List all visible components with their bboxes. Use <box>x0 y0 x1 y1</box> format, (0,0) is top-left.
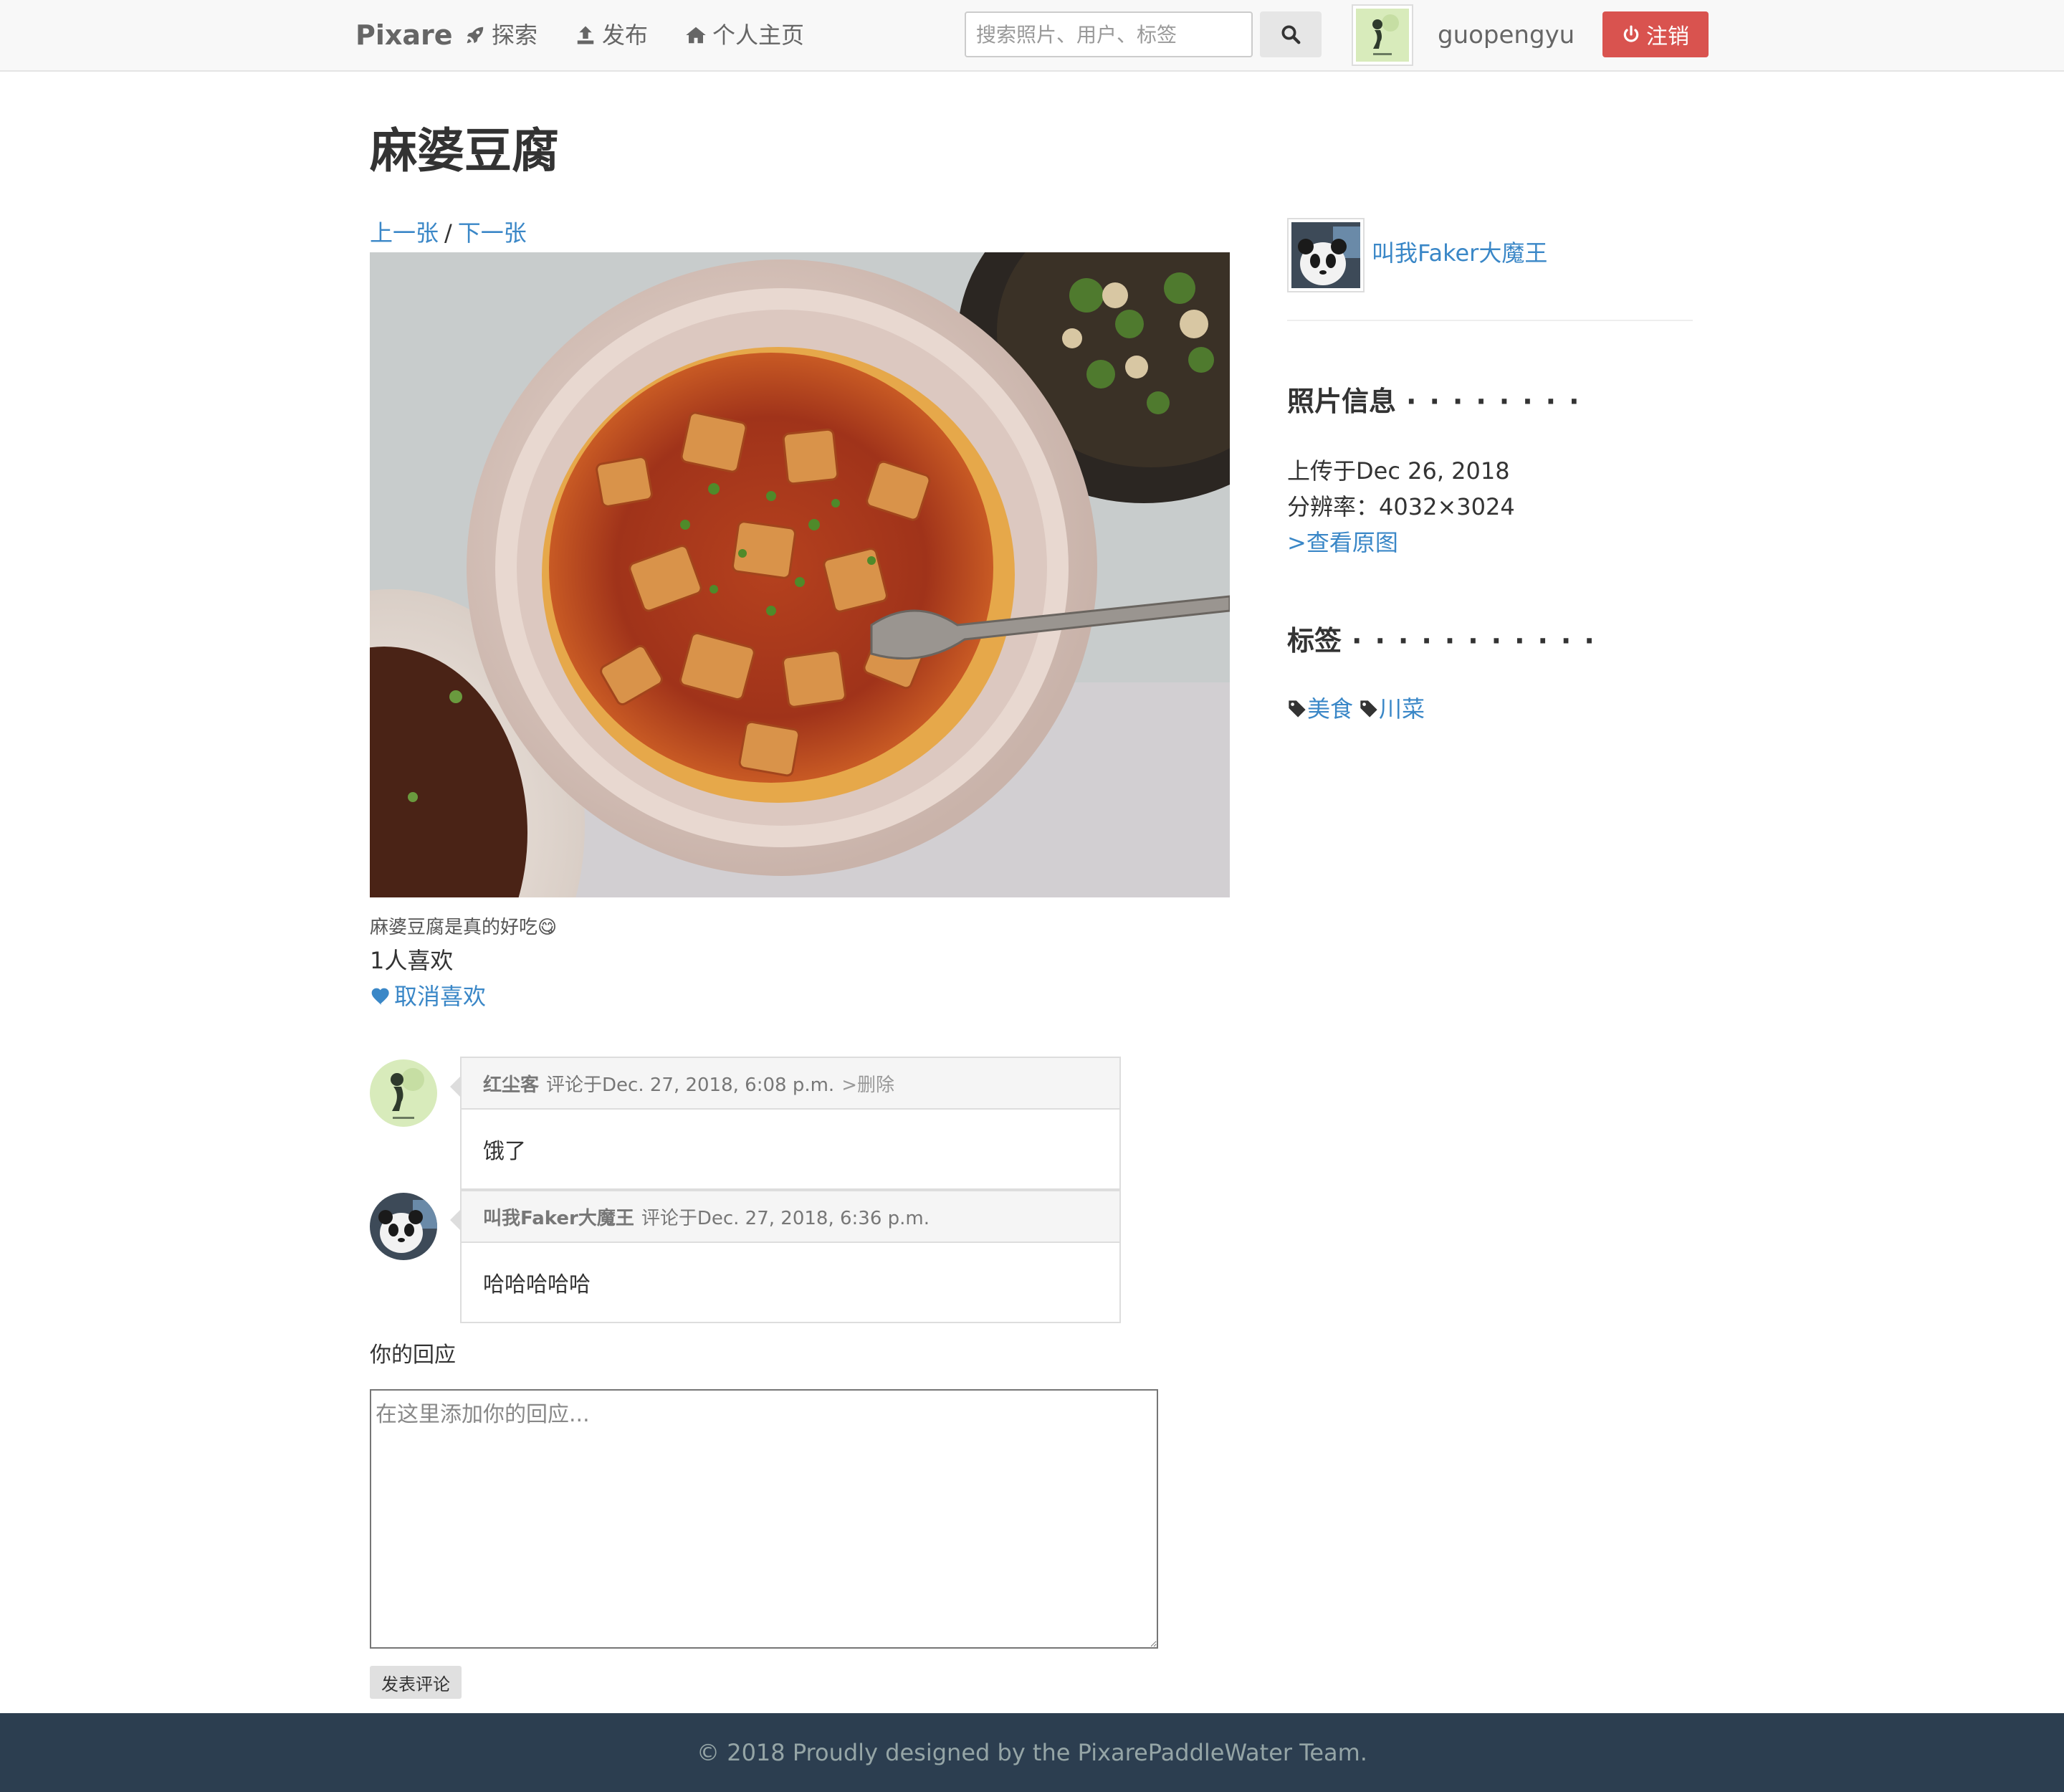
tags-heading: 标签 ··········· <box>1287 621 1607 661</box>
upload-icon <box>577 26 594 44</box>
tag-label: 美食 <box>1307 695 1354 723</box>
unlike-label: 取消喜欢 <box>394 983 487 1010</box>
comment-body: 饿了 <box>483 1139 526 1164</box>
power-icon <box>1623 25 1639 42</box>
photo-caption: 麻婆豆腐是真的好吃😋 <box>370 917 558 938</box>
comment-body: 哈哈哈哈哈 <box>483 1272 591 1297</box>
author-name-link[interactable]: 叫我Faker大魔王 <box>1372 235 1547 271</box>
reply-textarea[interactable] <box>370 1389 1158 1649</box>
footer-text: © 2018 Proudly designed by the PixarePad… <box>697 1739 1367 1766</box>
comment-meta: 评论于Dec. 27, 2018, 6:08 p.m. <box>546 1074 835 1096</box>
prev-photo-link[interactable]: 上一张 <box>370 219 439 247</box>
reply-label: 你的回应 <box>370 1343 456 1368</box>
home-icon <box>686 27 706 44</box>
comment: 叫我Faker大魔王 评论于Dec. 27, 2018, 6:36 p.m. 哈… <box>450 1190 1121 1323</box>
tag-list: 美食 川菜 <box>1287 691 1425 727</box>
green-avatar-icon <box>1356 9 1409 62</box>
nav-publish-label: 发布 <box>602 22 649 49</box>
photo-info-heading: 照片信息 ········ <box>1287 381 1592 421</box>
comment-delete-link[interactable]: >删除 <box>841 1070 894 1097</box>
tag-icon <box>1360 700 1377 718</box>
logout-button[interactable]: 注销 <box>1602 11 1709 57</box>
tag-link[interactable]: 美食 <box>1287 691 1353 727</box>
comment-avatar[interactable] <box>370 1059 437 1127</box>
author-avatar[interactable] <box>1287 218 1365 292</box>
photo-pager: 上一张 / 下一张 <box>370 215 527 251</box>
nav-profile[interactable]: 个人主页 <box>685 17 804 53</box>
search-button[interactable] <box>1260 11 1322 57</box>
food-photo <box>370 252 1230 897</box>
heart-icon <box>371 988 389 1005</box>
comment-avatar[interactable] <box>370 1193 437 1260</box>
logout-label: 注销 <box>1646 24 1689 49</box>
panda-avatar-icon <box>1291 222 1360 288</box>
heading-dots: ··········· <box>1352 625 1607 657</box>
likes-count: 1人喜欢 <box>370 947 454 974</box>
view-original-link[interactable]: >查看原图 <box>1287 525 1398 561</box>
comment: 红尘客 评论于Dec. 27, 2018, 6:08 p.m. >删除 饿了 <box>450 1057 1121 1190</box>
navbar: Pixare 探索 发布 个人主页 guopengyu 注销 <box>0 0 2064 72</box>
photo-image[interactable] <box>370 252 1230 897</box>
comment-header: 叫我Faker大魔王 评论于Dec. 27, 2018, 6:36 p.m. <box>462 1191 1119 1243</box>
nav-profile-label: 个人主页 <box>712 22 805 49</box>
comment-author[interactable]: 红尘客 <box>483 1070 539 1097</box>
footer: © 2018 Proudly designed by the PixarePad… <box>0 1713 2064 1792</box>
brand-logo[interactable]: Pixare <box>355 17 453 53</box>
upload-date: 上传于Dec 26, 2018 <box>1287 457 1510 485</box>
photo-info-title: 照片信息 <box>1287 386 1397 417</box>
comment-author[interactable]: 叫我Faker大魔王 <box>483 1204 634 1230</box>
resolution: 分辨率：4032×3024 <box>1287 493 1515 520</box>
nav-explore-label: 探索 <box>492 22 538 49</box>
tag-link[interactable]: 川菜 <box>1359 691 1425 727</box>
unlike-button[interactable]: 取消喜欢 <box>370 981 486 1012</box>
nav-publish[interactable]: 发布 <box>575 17 648 53</box>
user-avatar[interactable] <box>1352 4 1413 66</box>
search-icon <box>1281 25 1301 44</box>
tag-icon <box>1289 700 1306 718</box>
rocket-icon <box>467 27 484 44</box>
heading-dots: ········ <box>1406 386 1592 417</box>
nav-explore[interactable]: 探索 <box>464 17 538 53</box>
pager-separator: / <box>444 219 452 247</box>
page-title: 麻婆豆腐 <box>370 123 559 178</box>
panda-avatar-icon <box>370 1193 437 1260</box>
nav-username[interactable]: guopengyu <box>1438 17 1575 53</box>
submit-comment-button[interactable]: 发表评论 <box>370 1666 462 1699</box>
comment-header: 红尘客 评论于Dec. 27, 2018, 6:08 p.m. >删除 <box>462 1058 1119 1110</box>
tag-label: 川菜 <box>1379 695 1425 723</box>
tags-title: 标签 <box>1287 625 1342 657</box>
comment-meta: 评论于Dec. 27, 2018, 6:36 p.m. <box>641 1207 930 1229</box>
search-input[interactable] <box>965 11 1253 57</box>
green-avatar-icon <box>370 1059 437 1127</box>
sidebar-divider <box>1287 320 1693 321</box>
next-photo-link[interactable]: 下一张 <box>458 219 527 247</box>
